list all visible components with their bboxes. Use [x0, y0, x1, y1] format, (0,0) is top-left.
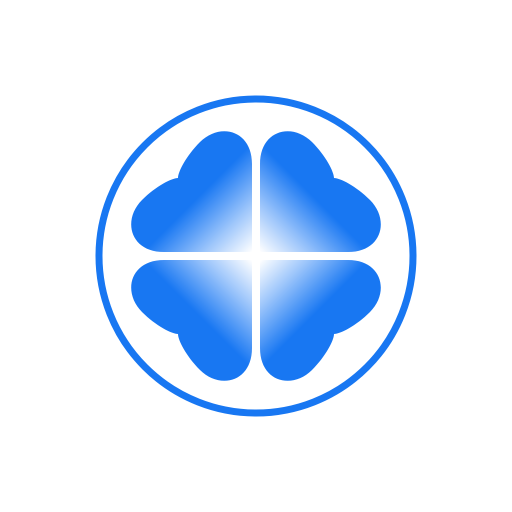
petal-bottom-left [131, 260, 252, 381]
clover-petals [131, 131, 381, 381]
petal-top-left [131, 131, 252, 252]
petal-top-right [260, 131, 381, 252]
four-leaf-clover-icon [95, 95, 417, 417]
outer-ring [95, 95, 417, 417]
petal-bottom-right [260, 260, 381, 381]
app-icon-canvas [0, 0, 512, 512]
